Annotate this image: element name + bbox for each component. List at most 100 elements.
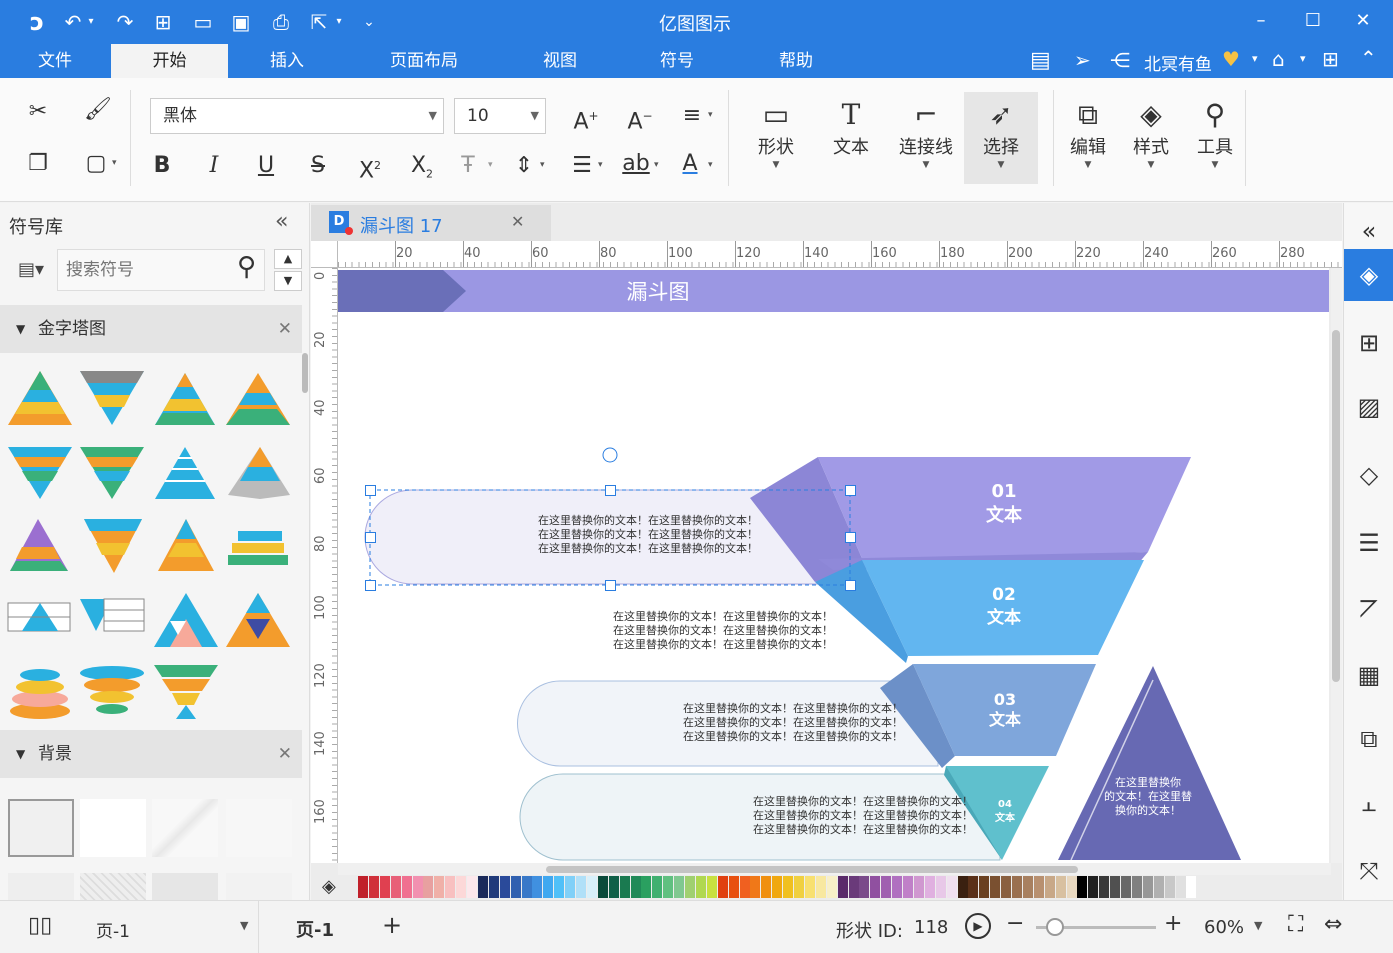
image-icon[interactable]: ▨	[1344, 379, 1393, 435]
background-thumbnail-1[interactable]	[8, 799, 74, 857]
fill-color-icon[interactable]: ◈	[322, 876, 336, 897]
minimize-button[interactable]: –	[1246, 8, 1276, 34]
bullets-dropdown-icon[interactable]: ▾	[598, 160, 603, 170]
fit-page-icon[interactable]: ⛶	[1288, 912, 1303, 937]
pyramid-shape-11[interactable]	[158, 519, 214, 571]
text-style-dropdown-icon[interactable]: ▾	[488, 160, 493, 170]
underline-icon[interactable]: U	[246, 148, 286, 184]
color-swatch[interactable]	[510, 876, 521, 898]
resize-handle-br[interactable]	[845, 580, 856, 591]
user-dropdown-icon[interactable]: ▾	[1252, 52, 1258, 65]
color-swatch[interactable]	[412, 876, 423, 898]
color-swatch[interactable]	[434, 876, 445, 898]
color-swatch[interactable]	[565, 876, 576, 898]
resize-handle-tr[interactable]	[845, 485, 856, 496]
pyramid-shape-1[interactable]	[8, 371, 72, 425]
close-tab-icon[interactable]: ✕	[511, 212, 524, 231]
pyramid-shape-8[interactable]	[228, 447, 290, 499]
color-swatch[interactable]	[728, 876, 739, 898]
color-swatch[interactable]	[837, 876, 848, 898]
color-swatch[interactable]	[652, 876, 663, 898]
color-swatch[interactable]	[706, 876, 717, 898]
style-button[interactable]: ◈ 样式 ▼	[1118, 92, 1184, 184]
color-swatch[interactable]	[358, 876, 368, 898]
menu-page-layout[interactable]: 页面布局	[346, 44, 502, 78]
section-background[interactable]: ▼ 背景 ✕	[0, 730, 302, 778]
color-swatch[interactable]	[815, 876, 826, 898]
search-box[interactable]: ⚲	[57, 249, 265, 291]
layout-icon[interactable]: ⧉	[1344, 711, 1393, 767]
color-swatch[interactable]	[1001, 876, 1012, 898]
color-swatch[interactable]	[826, 876, 837, 898]
color-swatch[interactable]	[924, 876, 935, 898]
color-swatch[interactable]	[532, 876, 543, 898]
color-swatch[interactable]	[903, 876, 913, 898]
decrease-font-icon[interactable]: A−	[620, 98, 660, 134]
customize-toolbar-icon[interactable]: ⌄	[356, 9, 382, 35]
page-view-icon[interactable]: ▯▯	[28, 913, 52, 938]
theme-dropdown-icon[interactable]: ▾	[1300, 52, 1306, 65]
color-swatch[interactable]	[608, 876, 619, 898]
color-swatch[interactable]	[390, 876, 401, 898]
cut-icon[interactable]: ✂	[18, 94, 58, 130]
page-properties-icon[interactable]: ☰	[1344, 515, 1393, 571]
page-select[interactable]: 页-1	[96, 917, 130, 942]
color-swatch[interactable]	[1121, 876, 1131, 898]
color-swatch[interactable]	[935, 876, 946, 898]
pyramid-shape-3[interactable]	[155, 373, 215, 425]
bold-icon[interactable]: B	[142, 148, 182, 184]
pyramid-shape-5[interactable]	[8, 447, 72, 499]
maximize-button[interactable]: ☐	[1298, 8, 1328, 34]
color-swatch[interactable]	[477, 876, 488, 898]
level-2-label[interactable]: 02 文本	[944, 584, 1064, 630]
font-size-select[interactable]: 10 ▼	[454, 98, 546, 134]
pyramid-shape-13[interactable]	[7, 602, 71, 632]
shapes-grid-icon[interactable]: ⊞	[1344, 315, 1393, 371]
align-tool-icon[interactable]: ⫠	[1344, 775, 1393, 831]
highlight-icon[interactable]: ab	[616, 146, 656, 182]
bullets-icon[interactable]: ☰	[562, 148, 602, 184]
color-swatch[interactable]	[1044, 876, 1055, 898]
color-swatch[interactable]	[772, 876, 783, 898]
color-swatch[interactable]	[957, 876, 968, 898]
color-swatch[interactable]	[499, 876, 510, 898]
subscript-icon[interactable]: X2	[402, 148, 442, 184]
resize-handle-b[interactable]	[605, 580, 616, 591]
page-tab[interactable]: 页-1	[296, 916, 334, 942]
paste-icon[interactable]: ▢	[76, 146, 116, 182]
scroll-up-icon[interactable]: ▲	[274, 249, 302, 269]
color-swatch[interactable]	[968, 876, 979, 898]
pyramid-shape-6[interactable]	[80, 447, 144, 499]
close-section-icon[interactable]: ✕	[278, 305, 292, 353]
zoom-level[interactable]: 60%	[1204, 917, 1244, 938]
new-file-icon[interactable]: ⊞	[150, 9, 176, 35]
export-dropdown-icon[interactable]: ▾	[332, 9, 346, 35]
pyramid-shape-19[interactable]	[154, 665, 218, 719]
color-swatch[interactable]	[913, 876, 924, 898]
menu-symbol[interactable]: 符号	[618, 44, 736, 78]
color-swatch[interactable]	[881, 876, 892, 898]
color-swatch[interactable]	[641, 876, 652, 898]
level-3-description[interactable]: 在这里替换你的文本！在这里替换你的文本！ 在这里替换你的文本！在这里替换你的文本…	[583, 702, 1003, 744]
page-select-dropdown-icon[interactable]: ▼	[240, 919, 248, 932]
color-swatch[interactable]	[783, 876, 794, 898]
undo-icon[interactable]: ↶	[60, 9, 86, 35]
color-swatch[interactable]	[674, 876, 685, 898]
font-color-icon[interactable]: A	[670, 146, 710, 182]
level-1-description[interactable]: 在这里替换你的文本！在这里替换你的文本！ 在这里替换你的文本！在这里替换你的文本…	[448, 514, 848, 556]
pyramid-shape-4[interactable]	[226, 373, 290, 425]
pyramid-shape-2[interactable]	[80, 371, 144, 425]
align-icon[interactable]: ≡	[672, 98, 712, 134]
menu-home[interactable]: 开始	[111, 44, 228, 78]
pyramid-shape-15[interactable]	[154, 593, 218, 647]
color-swatch[interactable]	[1055, 876, 1066, 898]
color-swatch[interactable]	[979, 876, 990, 898]
pyramid-shape-17[interactable]	[10, 669, 70, 719]
connector-button[interactable]: ⌐ 连接线 ▼	[893, 92, 959, 184]
color-swatch[interactable]	[401, 876, 412, 898]
color-swatch[interactable]	[1175, 876, 1186, 898]
background-thumbnail-4[interactable]	[226, 799, 292, 857]
background-thumbnail-5[interactable]	[8, 873, 74, 901]
tools-button[interactable]: ⚲ 工具 ▼	[1182, 92, 1248, 184]
resize-handle-t[interactable]	[605, 485, 616, 496]
